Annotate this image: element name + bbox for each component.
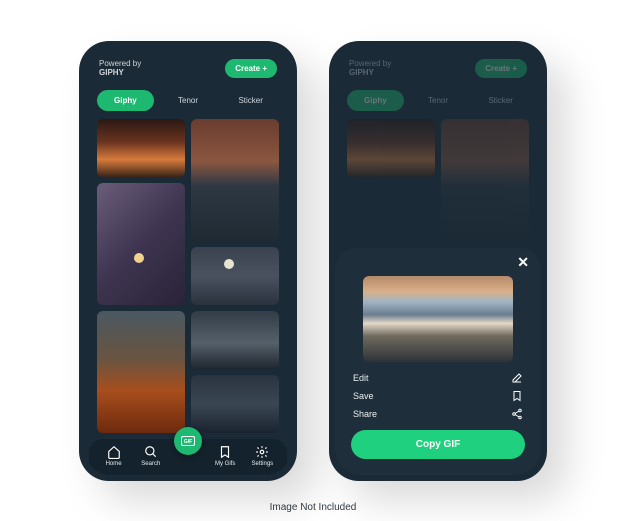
create-button[interactable]: Create + <box>475 59 527 78</box>
nav-search[interactable]: Search <box>134 445 168 467</box>
phone-right: Powered by GIPHY Create + Giphy Tenor St… <box>329 41 547 481</box>
home-icon <box>107 445 121 459</box>
gif-tile[interactable] <box>97 119 185 177</box>
source-tabs: Giphy Tenor Sticker <box>335 84 541 119</box>
powered-by-label: Powered by GIPHY <box>99 59 141 78</box>
nav-label: Search <box>141 461 160 467</box>
action-label: Share <box>353 409 377 419</box>
nav-label: Home <box>106 461 122 467</box>
bookmark-icon <box>511 390 523 402</box>
footnote: Image Not Included <box>0 502 626 513</box>
create-button[interactable]: Create + <box>225 59 277 78</box>
action-share[interactable]: Share <box>353 408 523 420</box>
nav-label: Settings <box>252 461 274 467</box>
gif-tile[interactable] <box>191 119 279 241</box>
gif-preview <box>363 276 513 362</box>
gif-tile[interactable] <box>97 311 185 433</box>
bottom-nav-wrap: GIF Home Search My Gifs Settin <box>85 439 291 475</box>
share-icon <box>511 408 523 420</box>
source-tabs: Giphy Tenor Sticker <box>85 84 291 119</box>
nav-my-gifs[interactable]: My Gifs <box>208 445 242 467</box>
search-icon <box>144 445 158 459</box>
action-save[interactable]: Save <box>353 390 523 402</box>
svg-text:GIF: GIF <box>184 439 192 445</box>
tab-giphy[interactable]: Giphy <box>347 90 404 111</box>
phone-left: Powered by GIPHY Create + Giphy Tenor St… <box>79 41 297 481</box>
copy-gif-button[interactable]: Copy GIF <box>351 430 525 459</box>
tab-sticker[interactable]: Sticker <box>472 90 529 111</box>
tab-giphy[interactable]: Giphy <box>97 90 154 111</box>
bookmark-icon <box>218 445 232 459</box>
gif-grid[interactable] <box>85 119 291 439</box>
close-button[interactable]: ✕ <box>517 254 529 271</box>
gif-tile[interactable] <box>191 247 279 305</box>
powered-by-label: Powered by GIPHY <box>349 59 391 78</box>
header: Powered by GIPHY Create + <box>335 47 541 84</box>
edit-icon <box>511 372 523 384</box>
gif-fab-button[interactable]: GIF <box>174 427 202 455</box>
action-label: Save <box>353 391 374 401</box>
gif-tile[interactable] <box>191 311 279 369</box>
gif-tile[interactable] <box>97 183 185 305</box>
nav-settings[interactable]: Settings <box>245 445 279 467</box>
header: Powered by GIPHY Create + <box>85 47 291 84</box>
gif-tile <box>347 119 435 177</box>
action-label: Edit <box>353 373 369 383</box>
gif-tile <box>441 119 529 241</box>
action-edit[interactable]: Edit <box>353 372 523 384</box>
gif-icon: GIF <box>181 436 195 446</box>
nav-label: My Gifs <box>215 461 235 467</box>
tab-tenor[interactable]: Tenor <box>160 90 217 111</box>
nav-home[interactable]: Home <box>97 445 131 467</box>
gif-tile[interactable] <box>191 375 279 433</box>
tab-sticker[interactable]: Sticker <box>222 90 279 111</box>
gear-icon <box>255 445 269 459</box>
action-sheet: ✕ Edit Save Share Copy GIF <box>335 248 541 475</box>
tab-tenor[interactable]: Tenor <box>410 90 467 111</box>
